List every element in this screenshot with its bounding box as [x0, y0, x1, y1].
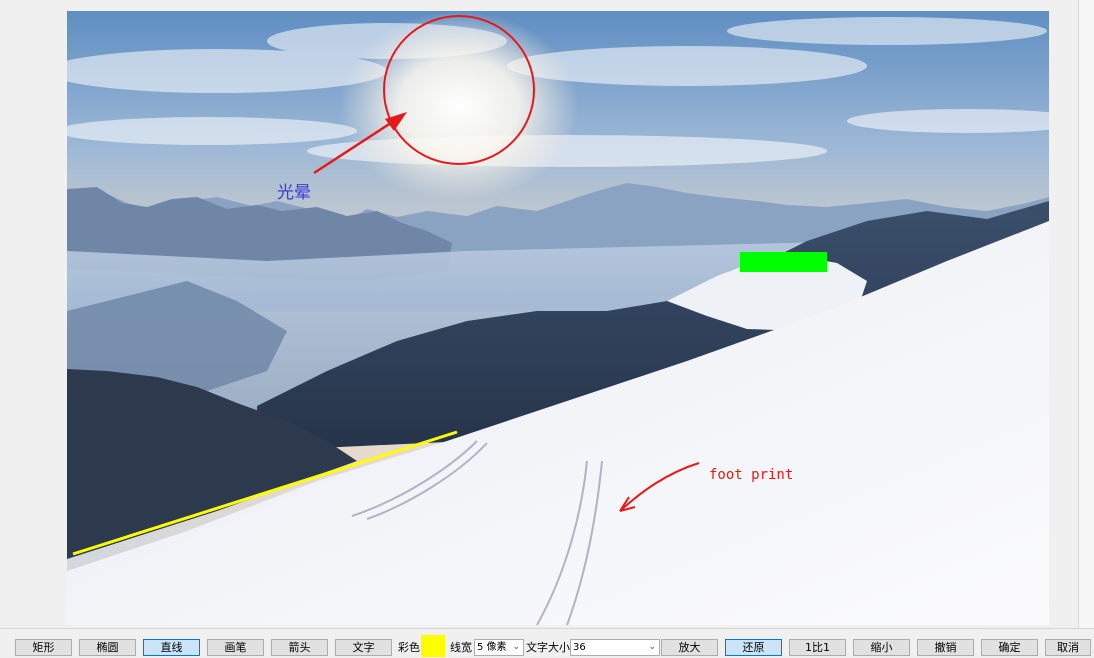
- window-edge: [1078, 0, 1094, 628]
- fontsize-value: 36: [573, 642, 586, 653]
- linewidth-label: 线宽: [450, 641, 472, 654]
- ok-button[interactable]: 确定: [981, 639, 1038, 656]
- arrow-tool-button[interactable]: 箭头: [271, 639, 328, 656]
- sun-glow: [339, 11, 579, 201]
- chevron-down-icon: ⌄: [512, 642, 520, 652]
- color-swatch[interactable]: [421, 635, 445, 657]
- halo-label[interactable]: 光晕: [277, 183, 311, 203]
- rectangle-tool-button[interactable]: 矩形: [15, 639, 72, 656]
- green-rectangle[interactable]: [740, 252, 827, 272]
- annotation-toolbar: 矩形 椭圆 直线 画笔 箭头 文字 彩色 线宽 5 像素 ⌄ 文字大小 36 ⌄…: [0, 628, 1094, 658]
- linewidth-value: 5 像素: [477, 642, 507, 653]
- canvas-area[interactable]: 光晕 foot print: [0, 0, 1094, 628]
- fontsize-select[interactable]: 36 ⌄: [570, 639, 660, 656]
- text-tool-button[interactable]: 文字: [335, 639, 392, 656]
- linewidth-select[interactable]: 5 像素 ⌄: [474, 639, 524, 656]
- zoom-out-button[interactable]: 缩小: [853, 639, 910, 656]
- restore-button[interactable]: 还原: [725, 639, 782, 656]
- undo-button[interactable]: 撤销: [917, 639, 974, 656]
- one-to-one-button[interactable]: 1比1: [789, 639, 846, 656]
- color-label: 彩色: [398, 641, 420, 654]
- cancel-button[interactable]: 取消: [1045, 639, 1091, 656]
- line-tool-button[interactable]: 直线: [143, 639, 200, 656]
- photo-canvas[interactable]: 光晕 foot print: [67, 11, 1049, 625]
- pen-tool-button[interactable]: 画笔: [207, 639, 264, 656]
- zoom-in-button[interactable]: 放大: [661, 639, 718, 656]
- ellipse-tool-button[interactable]: 椭圆: [79, 639, 136, 656]
- fontsize-label: 文字大小: [526, 641, 570, 654]
- footprint-label[interactable]: foot print: [709, 467, 793, 483]
- chevron-down-icon: ⌄: [648, 642, 656, 652]
